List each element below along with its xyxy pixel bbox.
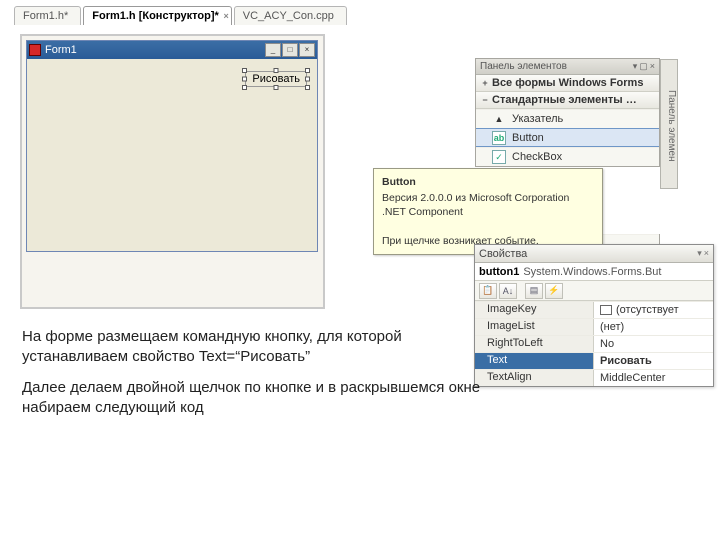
- color-swatch: [600, 305, 612, 315]
- design-button[interactable]: Рисовать: [245, 71, 307, 87]
- prop-row-imagekey[interactable]: ImageKey (отсутствует: [475, 301, 713, 318]
- properties-object-selector[interactable]: button1 System.Windows.Forms.But: [475, 263, 713, 281]
- form-titlebar: Form1 _ □ ×: [27, 41, 317, 59]
- close-icon[interactable]: ×: [299, 43, 315, 57]
- prop-row-righttoleft[interactable]: RightToLeft No: [475, 335, 713, 352]
- body-text: На форме размещаем командную кнопку, для…: [22, 327, 482, 429]
- checkbox-icon: ✓: [492, 150, 506, 164]
- resize-handle[interactable]: [305, 68, 310, 73]
- resize-handle[interactable]: [305, 85, 310, 90]
- pointer-icon: ▲: [492, 112, 506, 126]
- paragraph: На форме размещаем командную кнопку, для…: [22, 327, 482, 366]
- prop-row-text[interactable]: Text Рисовать: [475, 352, 713, 369]
- resize-handle[interactable]: [242, 68, 247, 73]
- close-icon[interactable]: ×: [704, 248, 709, 259]
- close-icon[interactable]: ×: [224, 9, 229, 23]
- events-icon[interactable]: ⚡: [545, 283, 563, 299]
- paragraph: Далее делаем двойной щелчок по кнопке и …: [22, 378, 482, 417]
- prop-row-imagelist[interactable]: ImageList (нет): [475, 318, 713, 335]
- toolbox-side-tab[interactable]: Панель элемен: [660, 59, 678, 189]
- maximize-icon[interactable]: □: [282, 43, 298, 57]
- resize-handle[interactable]: [305, 77, 310, 82]
- editor-tabbar: Form1.h* Form1.h [Конструктор]*× VC_ACY_…: [0, 0, 720, 25]
- alphabetical-icon[interactable]: A↓: [499, 283, 517, 299]
- toolbox-group-common[interactable]: − Стандартные элементы …: [476, 92, 659, 109]
- resize-handle[interactable]: [242, 77, 247, 82]
- tooltip: Button Версия 2.0.0.0 из Microsoft Corpo…: [373, 168, 603, 255]
- close-icon[interactable]: ×: [650, 61, 655, 72]
- dropdown-icon[interactable]: ▾: [633, 61, 638, 72]
- tab-form1-h[interactable]: Form1.h*: [14, 6, 81, 25]
- design-button-label: Рисовать: [252, 73, 300, 85]
- expand-icon[interactable]: +: [480, 78, 490, 88]
- tooltip-line: .NET Component: [382, 206, 463, 218]
- designer-surface[interactable]: Form1 _ □ × Рисовать: [20, 34, 325, 309]
- properties-title: Свойства ▾×: [475, 245, 713, 263]
- toolbox-item-button[interactable]: ab Button: [476, 128, 659, 147]
- toolbox-title: Панель элементов ▾▢×: [476, 59, 659, 75]
- tab-form1-designer[interactable]: Form1.h [Конструктор]*×: [83, 6, 232, 25]
- button-icon: ab: [492, 131, 506, 145]
- categorized-icon[interactable]: 📋: [479, 283, 497, 299]
- form-icon: [29, 44, 41, 56]
- tooltip-line: Версия 2.0.0.0 из Microsoft Corporation: [382, 192, 569, 204]
- resize-handle[interactable]: [242, 85, 247, 90]
- prop-row-textalign[interactable]: TextAlign MiddleCenter: [475, 369, 713, 386]
- properties-toolbar: 📋 A↓ ▤ ⚡: [475, 281, 713, 301]
- form-window[interactable]: Form1 _ □ × Рисовать: [26, 40, 318, 252]
- tab-vc-acy[interactable]: VC_ACY_Con.cpp: [234, 6, 347, 25]
- tooltip-heading: Button: [382, 175, 594, 189]
- form-title: Form1: [45, 44, 77, 56]
- dropdown-icon[interactable]: ▾: [697, 248, 702, 259]
- properties-icon[interactable]: ▤: [525, 283, 543, 299]
- collapse-icon[interactable]: −: [480, 95, 490, 105]
- properties-window: Свойства ▾× button1 System.Windows.Forms…: [474, 244, 714, 387]
- toolbox-panel: Панель элемен Панель элементов ▾▢× + Все…: [475, 58, 660, 167]
- resize-handle[interactable]: [274, 68, 279, 73]
- pin-icon[interactable]: ▢: [639, 61, 648, 72]
- resize-handle[interactable]: [274, 85, 279, 90]
- toolbox-item-pointer[interactable]: ▲ Указатель: [476, 109, 659, 128]
- toolbox-item-checkbox[interactable]: ✓ CheckBox: [476, 147, 659, 166]
- toolbox-group-allforms[interactable]: + Все формы Windows Forms: [476, 75, 659, 92]
- minimize-icon[interactable]: _: [265, 43, 281, 57]
